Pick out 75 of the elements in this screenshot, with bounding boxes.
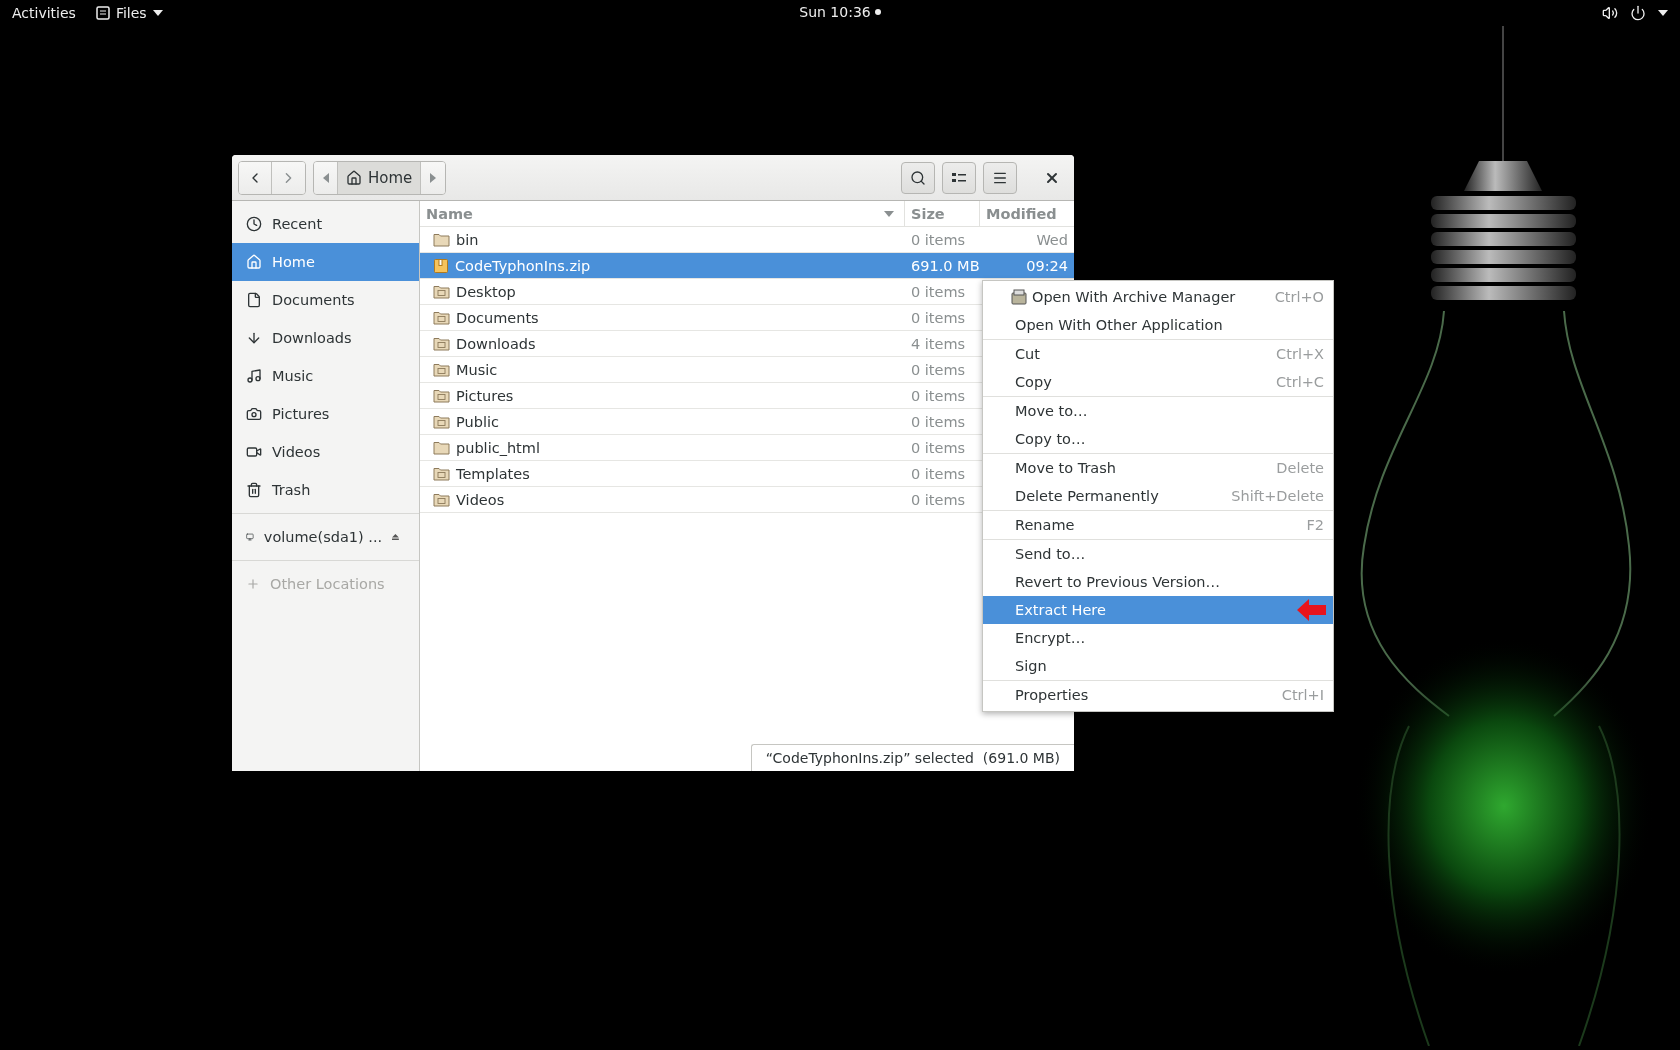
place-icon: [246, 292, 262, 308]
path-scroll-right-button[interactable]: [421, 161, 446, 194]
menu-item[interactable]: Properties Ctrl+I: [983, 681, 1333, 709]
left-triangle-icon: [322, 172, 329, 183]
archive-file-icon: [433, 257, 449, 274]
sidebar-item[interactable]: Music: [232, 357, 419, 395]
shortcut-text: Ctrl+I: [1281, 687, 1324, 703]
place-icon: [246, 368, 262, 384]
folder-icon: [433, 362, 450, 377]
sidebar-item[interactable]: Videos: [232, 433, 419, 471]
place-icon: [246, 254, 262, 270]
shortcut-text: Ctrl+X: [1276, 346, 1324, 362]
menu-item[interactable]: Move to…: [983, 397, 1333, 425]
folder-icon: [433, 466, 450, 481]
menu-item[interactable]: Sign: [983, 652, 1333, 680]
sidebar-item[interactable]: Trash: [232, 471, 419, 509]
clock[interactable]: Sun 10:36: [799, 4, 871, 20]
folder-icon: [433, 336, 450, 351]
menu-item[interactable]: Cut Ctrl+X: [983, 340, 1333, 368]
sidebar-item[interactable]: Downloads: [232, 319, 419, 357]
file-modified-cell: 09:24: [980, 253, 1074, 278]
archive-manager-icon: [1011, 289, 1027, 305]
selection-status: “CodeTyphonIns.zip” selected (691.0 MB): [750, 744, 1074, 771]
activities-button[interactable]: Activities: [12, 5, 76, 21]
place-icon: [246, 482, 262, 498]
menu-item[interactable]: Rename F2: [983, 511, 1333, 539]
caret-icon: [152, 10, 163, 16]
shortcut-text: Ctrl+O: [1274, 289, 1324, 305]
path-home-button[interactable]: Home: [338, 161, 422, 194]
place-icon: [246, 444, 262, 460]
folder-icon: [433, 440, 450, 455]
menu-item[interactable]: Open With Archive Manager Ctrl+O: [983, 283, 1333, 311]
folder-icon: [433, 492, 450, 507]
shortcut-text: Ctrl+C: [1275, 374, 1324, 390]
folder-icon: [433, 414, 450, 429]
notification-dot-icon: [874, 9, 881, 15]
place-icon: [246, 406, 262, 422]
path-scroll-left-button[interactable]: [314, 161, 338, 194]
search-icon: [910, 169, 926, 186]
files-app-icon: [95, 6, 110, 20]
menu-item[interactable]: Copy Ctrl+C: [983, 368, 1333, 396]
sidebar-item[interactable]: Recent: [232, 205, 419, 243]
folder-icon: [433, 284, 450, 299]
caret-icon[interactable]: [1658, 10, 1668, 16]
menu-item[interactable]: Open With Other Application: [983, 311, 1333, 339]
menu-item[interactable]: Delete Permanently Shift+Delete: [983, 482, 1333, 510]
eject-icon[interactable]: [392, 531, 399, 543]
plus-icon: [246, 577, 260, 591]
volume-icon[interactable]: [1602, 5, 1618, 21]
sidebar-item[interactable]: volume(sda1) ...: [232, 518, 419, 556]
app-menu[interactable]: Files: [95, 5, 163, 21]
menu-item[interactable]: Encrypt…: [983, 624, 1333, 652]
menu-item[interactable]: Move to Trash Delete: [983, 454, 1333, 482]
folder-icon: [433, 388, 450, 403]
place-icon: [246, 216, 262, 232]
shortcut-text: Delete: [1276, 460, 1324, 476]
shortcut-text: Shift+Delete: [1231, 488, 1324, 504]
menu-item[interactable]: Copy to…: [983, 425, 1333, 453]
home-icon: [346, 169, 362, 186]
right-triangle-icon: [430, 172, 437, 183]
search-button[interactable]: [901, 161, 935, 194]
menu-item[interactable]: Send to…: [983, 540, 1333, 568]
view-toggle-button[interactable]: [942, 161, 976, 194]
menu-item[interactable]: Revert to Previous Version…: [983, 568, 1333, 596]
place-icon: [246, 330, 262, 346]
list-view-icon: [952, 171, 966, 184]
sidebar-item[interactable]: Pictures: [232, 395, 419, 433]
menu-button[interactable]: [983, 161, 1017, 194]
sort-arrow-icon: [884, 210, 894, 217]
sidebar-item[interactable]: Documents: [232, 281, 419, 319]
folder-icon: [433, 310, 450, 325]
shortcut-text: F2: [1306, 517, 1324, 533]
folder-icon: [433, 232, 450, 247]
file-size-cell: 691.0 MB: [905, 253, 980, 278]
power-icon[interactable]: [1630, 5, 1646, 21]
